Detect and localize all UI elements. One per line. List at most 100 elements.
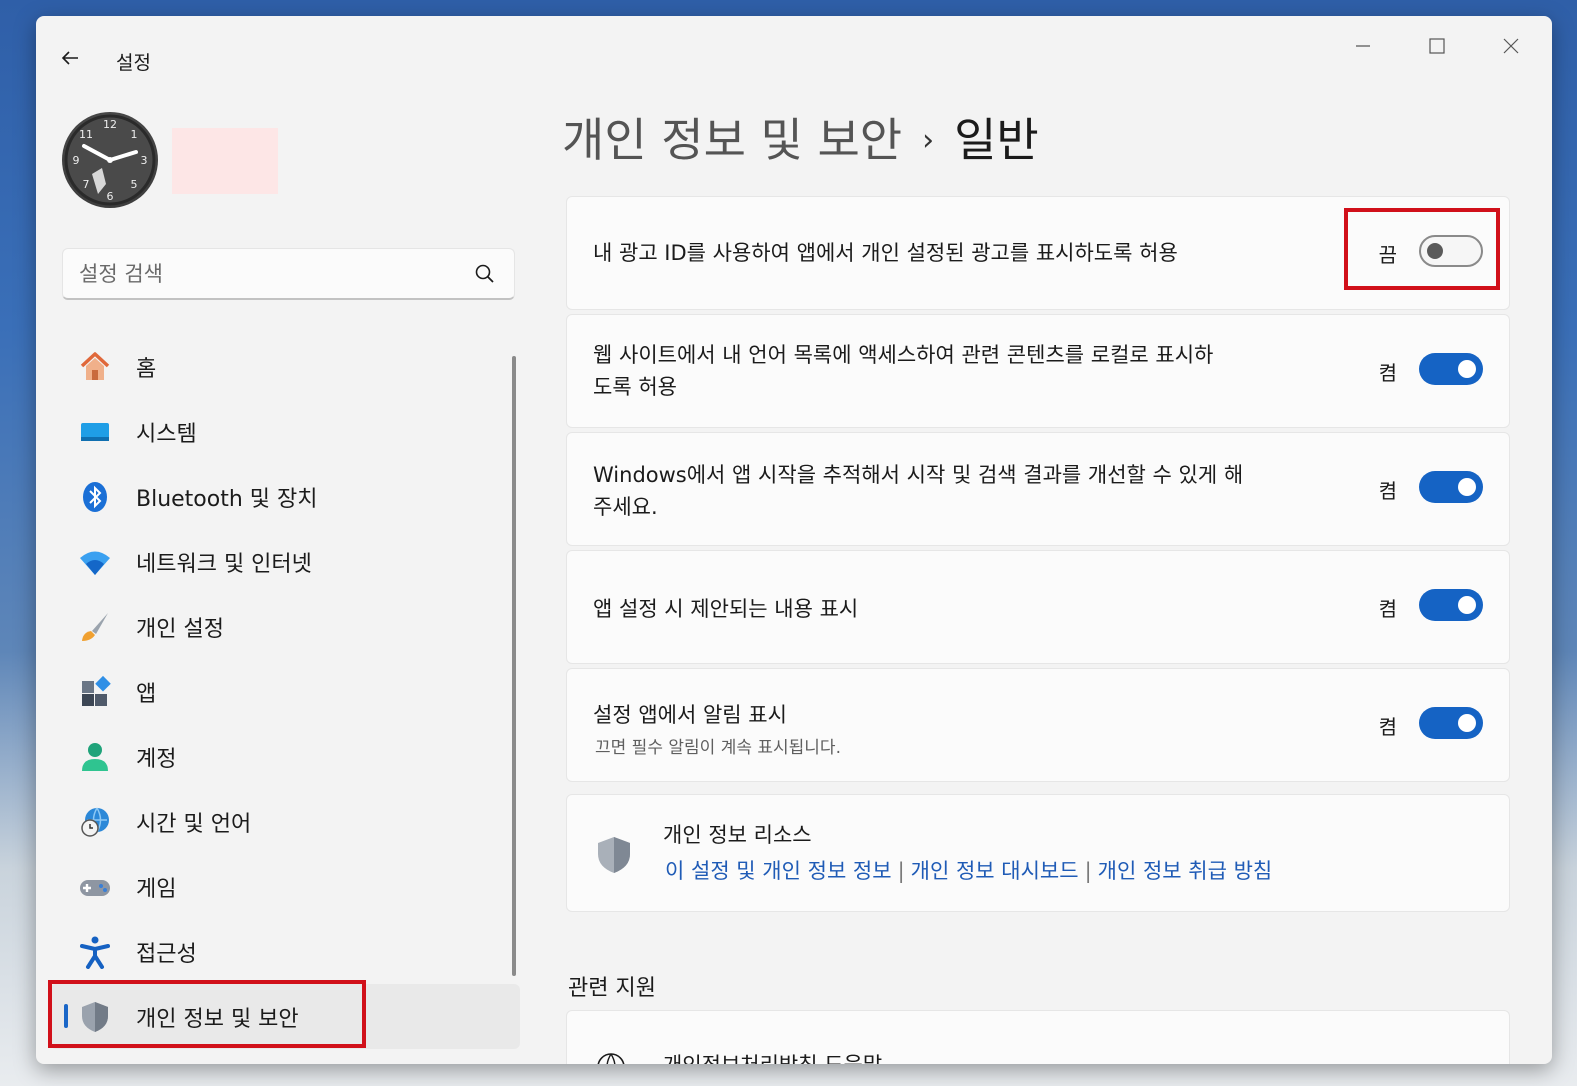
- title-bar: 설정: [36, 16, 1552, 76]
- svg-text:1: 1: [131, 128, 138, 141]
- toggle-state-label: 끔: [1378, 243, 1397, 267]
- sidebar-item-label: 개인 설정: [136, 616, 224, 642]
- active-indicator: [64, 1004, 68, 1028]
- svg-text:3: 3: [141, 154, 148, 167]
- app-title: 설정: [116, 52, 151, 74]
- settings-window: 설정 12 3 6 9 1 11 5 7 설정 검색 홈 시스템 Bluetoo…: [36, 16, 1552, 1064]
- profile-name-redacted: [172, 128, 278, 194]
- breadcrumb-parent[interactable]: 개인 정보 및 보안: [562, 113, 902, 167]
- toggle-state-label: 켬: [1378, 479, 1397, 503]
- sidebar-item-apps[interactable]: 앱: [50, 659, 520, 724]
- setting-label-line2: 도록 허용: [593, 375, 677, 399]
- setting-label: 설정 앱에서 알림 표시: [593, 703, 787, 727]
- setting-description: 끄면 필수 알림이 계속 표시됩니다.: [595, 738, 841, 758]
- suggested-content-toggle[interactable]: [1419, 589, 1483, 621]
- setting-label-line2: 주세요.: [593, 495, 658, 519]
- close-icon: [1503, 38, 1519, 54]
- sidebar-item-label: 계정: [136, 746, 177, 772]
- privacy-policy-link[interactable]: 개인 정보 취급 방침: [1098, 859, 1273, 883]
- shield-icon: [78, 1000, 112, 1034]
- privacy-dashboard-link[interactable]: 개인 정보 대시보드: [911, 859, 1079, 883]
- breadcrumb-current: 일반: [954, 113, 1039, 167]
- svg-text:5: 5: [131, 178, 138, 191]
- svg-text:7: 7: [83, 178, 90, 191]
- related-support-heading: 관련 지원: [568, 976, 656, 1001]
- page-title: 개인 정보 및 보안 › 일반: [562, 104, 1039, 170]
- resources-links: 이 설정 및 개인 정보 정보 | 개인 정보 대시보드 | 개인 정보 취급 방침: [665, 855, 1272, 885]
- breadcrumb-separator: ›: [922, 123, 935, 158]
- related-support-item: 개인정보처리방침 도움말: [663, 1049, 882, 1064]
- shield-icon: [598, 837, 630, 873]
- language-list-toggle[interactable]: [1419, 353, 1483, 385]
- setting-card-app-launch-tracking: Windows에서 앱 시작을 추적해서 시작 및 검색 결과를 개선할 수 있…: [566, 432, 1510, 546]
- sidebar-item-label: 시스템: [136, 421, 197, 447]
- search-input[interactable]: [79, 257, 459, 291]
- sidebar-item-label: 홈: [136, 356, 157, 382]
- sidebar-item-gaming[interactable]: 게임: [50, 854, 520, 919]
- setting-label-line1: 웹 사이트에서 내 언어 목록에 액세스하여 관련 콘텐츠를 로컬로 표시하: [593, 343, 1214, 367]
- sidebar-item-label: 게임: [136, 876, 177, 902]
- sidebar-item-home[interactable]: 홈: [50, 334, 520, 399]
- sidebar-item-label: 접근성: [136, 941, 197, 967]
- sidebar-item-network[interactable]: 네트워크 및 인터넷: [50, 529, 520, 594]
- accessibility-icon: [78, 935, 112, 969]
- sidebar-nav: 홈 시스템 Bluetooth 및 장치 네트워크 및 인터넷 개인 설정 앱 …: [50, 334, 520, 1049]
- system-icon: [78, 415, 112, 449]
- notifications-toggle[interactable]: [1419, 707, 1483, 739]
- svg-text:11: 11: [79, 128, 93, 141]
- sidebar-item-time-language[interactable]: 시간 및 언어: [50, 789, 520, 854]
- sidebar-item-accounts[interactable]: 계정: [50, 724, 520, 789]
- app-launch-tracking-toggle[interactable]: [1419, 471, 1483, 503]
- setting-card-language-list: 웹 사이트에서 내 언어 목록에 액세스하여 관련 콘텐츠를 로컬로 표시하 도…: [566, 314, 1510, 428]
- back-arrow-icon: [61, 51, 78, 65]
- link-divider: |: [1084, 859, 1092, 883]
- setting-label: 내 광고 ID를 사용하여 앱에서 개인 설정된 광고를 표시하도록 허용: [593, 241, 1178, 265]
- setting-card-suggested-content: 앱 설정 시 제안되는 내용 표시 켬: [566, 550, 1510, 664]
- resources-title: 개인 정보 리소스: [663, 823, 812, 847]
- sidebar-scrollbar[interactable]: [512, 356, 516, 976]
- svg-text:6: 6: [107, 190, 114, 203]
- ad-id-toggle[interactable]: [1419, 235, 1483, 267]
- svg-text:12: 12: [103, 118, 117, 131]
- search-icon[interactable]: [474, 263, 496, 285]
- account-icon: [78, 740, 112, 774]
- clock-avatar-icon: 12369 11157: [64, 114, 156, 206]
- privacy-resources-card: 개인 정보 리소스 이 설정 및 개인 정보 정보 | 개인 정보 대시보드 | 개인 …: [566, 794, 1510, 912]
- back-button[interactable]: [58, 46, 86, 74]
- sidebar-item-accessibility[interactable]: 접근성: [50, 919, 520, 984]
- svg-text:9: 9: [73, 154, 80, 167]
- sidebar-item-system[interactable]: 시스템: [50, 399, 520, 464]
- close-button[interactable]: [1488, 30, 1534, 60]
- sidebar-item-label: 네트워크 및 인터넷: [136, 551, 312, 577]
- sidebar-item-label: 앱: [136, 681, 157, 707]
- globe-icon: [597, 1053, 625, 1064]
- brush-icon: [78, 610, 112, 644]
- maximize-button[interactable]: [1414, 30, 1460, 60]
- toggle-state-label: 켬: [1378, 361, 1397, 385]
- setting-label-line1: Windows에서 앱 시작을 추적해서 시작 및 검색 결과를 개선할 수 있…: [593, 463, 1244, 487]
- link-divider: |: [897, 859, 905, 883]
- globe-clock-icon: [78, 805, 112, 839]
- sidebar-item-privacy-security[interactable]: 개인 정보 및 보안: [50, 984, 520, 1049]
- setting-card-notifications: 설정 앱에서 알림 표시 끄면 필수 알림이 계속 표시됩니다. 켬: [566, 668, 1510, 782]
- apps-icon: [78, 675, 112, 709]
- toggle-state-label: 켬: [1378, 715, 1397, 739]
- minimize-icon: [1356, 45, 1370, 47]
- setting-card-ad-id: 내 광고 ID를 사용하여 앱에서 개인 설정된 광고를 표시하도록 허용 끔: [566, 196, 1510, 310]
- sidebar-item-label: 시간 및 언어: [136, 811, 252, 837]
- sidebar-item-label: Bluetooth 및 장치: [136, 486, 318, 512]
- gamepad-icon: [78, 870, 112, 904]
- bluetooth-icon: [78, 480, 112, 514]
- maximize-icon: [1429, 38, 1445, 54]
- toggle-state-label: 켬: [1378, 597, 1397, 621]
- sidebar-item-bluetooth[interactable]: Bluetooth 및 장치: [50, 464, 520, 529]
- setting-label: 앱 설정 시 제안되는 내용 표시: [593, 597, 859, 621]
- wifi-icon: [78, 545, 112, 579]
- related-support-card[interactable]: 개인정보처리방침 도움말: [566, 1010, 1510, 1064]
- minimize-button[interactable]: [1340, 30, 1386, 60]
- sidebar-item-label: 개인 정보 및 보안: [136, 1006, 299, 1032]
- privacy-info-link[interactable]: 이 설정 및 개인 정보 정보: [665, 859, 892, 883]
- avatar: 12 3 6 9 1 11 5 7: [62, 112, 158, 208]
- search-box[interactable]: [62, 248, 515, 300]
- sidebar-item-personalization[interactable]: 개인 설정: [50, 594, 520, 659]
